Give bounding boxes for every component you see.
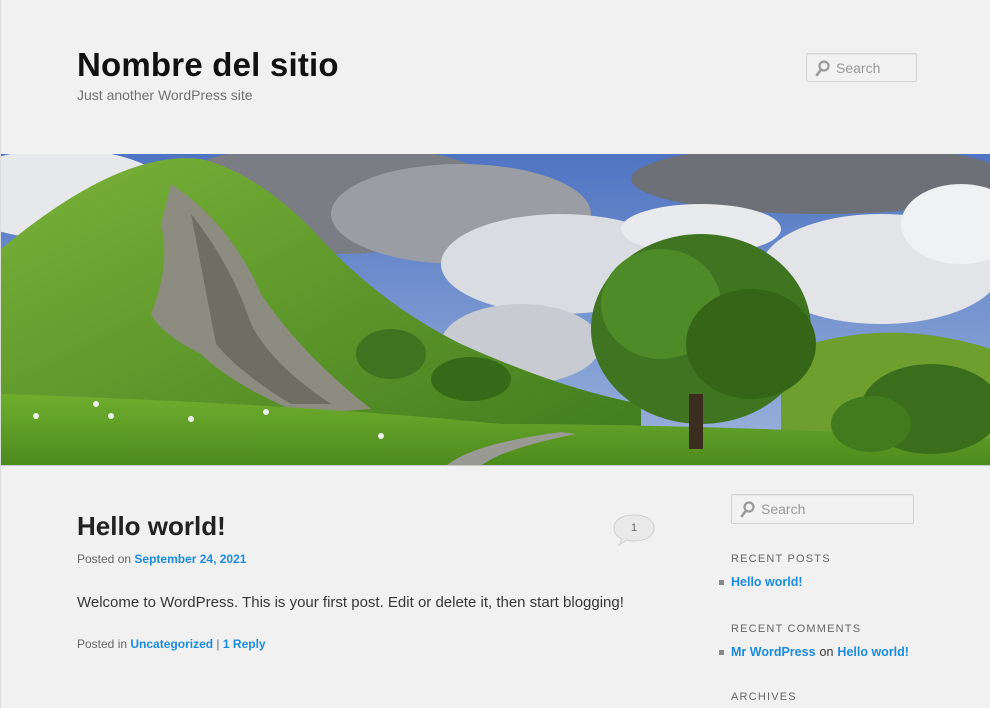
comment-count: 1 <box>630 521 638 534</box>
site-description: Just another WordPress site <box>77 87 253 103</box>
post-content: Welcome to WordPress. This is your first… <box>77 594 624 611</box>
recent-comments-title: RECENT COMMENTS <box>731 623 862 635</box>
bullet <box>719 649 724 655</box>
recent-comment-item: Mr WordPress on Hello world! <box>719 645 909 659</box>
sidebar-search-input[interactable] <box>761 501 913 517</box>
recent-posts-title: RECENT POSTS <box>731 553 831 565</box>
page: Nombre del sitio Just another WordPress … <box>0 0 990 708</box>
sidebar-search[interactable] <box>731 494 914 524</box>
comment-post-link[interactable]: Hello world! <box>837 645 909 659</box>
posted-in-label: Posted in <box>77 637 128 651</box>
category-link[interactable]: Uncategorized <box>130 637 213 651</box>
reply-link[interactable]: 1 Reply <box>223 637 266 651</box>
landscape-image <box>1 154 990 465</box>
post-footer: Posted in Uncategorized | 1 Reply <box>77 637 266 651</box>
comment-author-link[interactable]: Mr WordPress <box>731 645 816 659</box>
bullet <box>719 579 724 585</box>
comment-count-bubble[interactable]: 1 <box>613 514 655 547</box>
recent-post-link[interactable]: Hello world! <box>731 575 803 589</box>
search-icon <box>815 59 830 76</box>
header-search[interactable] <box>806 53 917 82</box>
site-title[interactable]: Nombre del sitio <box>77 46 339 84</box>
recent-post-item: Hello world! <box>719 575 803 589</box>
search-icon <box>740 501 755 518</box>
posted-on-label: Posted on <box>77 552 132 566</box>
footer-separator: | <box>216 637 220 651</box>
post-title[interactable]: Hello world! <box>77 511 226 542</box>
archives-title: ARCHIVES <box>731 691 797 703</box>
post-date-link[interactable]: September 24, 2021 <box>134 552 246 566</box>
header-image <box>1 154 990 466</box>
search-input[interactable] <box>836 59 916 76</box>
post-meta: Posted on September 24, 2021 <box>77 552 246 566</box>
comment-on-label: on <box>819 645 834 659</box>
